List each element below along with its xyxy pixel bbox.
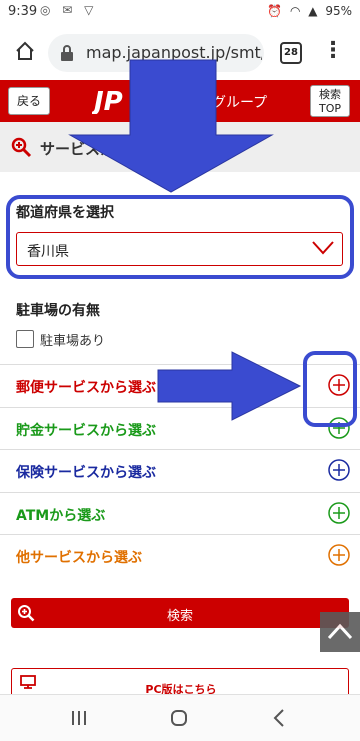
- scroll-top-button[interactable]: [320, 612, 360, 652]
- plus-circle-icon[interactable]: [328, 374, 350, 396]
- jp-logo: JP: [92, 87, 123, 114]
- chevron-up-icon: [327, 623, 353, 640]
- search-button[interactable]: 検索: [11, 598, 349, 628]
- browser-toolbar: map.japanpost.jp/smt/ 28 ⋮: [0, 24, 360, 80]
- search-button-label: 検索: [166, 609, 193, 624]
- service-row[interactable]: 保険サービスから選ぶ: [0, 449, 360, 491]
- back-button[interactable]: 戻る: [8, 87, 50, 115]
- parking-label: 駐車場の有無: [16, 303, 100, 319]
- prefecture-select[interactable]: 香川県: [16, 232, 343, 266]
- system-nav-bar: [0, 694, 360, 741]
- section-title: サービス条件を: [40, 140, 146, 158]
- status-bar: 9:39 ◎ ✉ ▽ ⏰ ◠ ▲ 95%: [0, 0, 360, 24]
- search-top-button[interactable]: 検索 TOP: [310, 85, 350, 117]
- site-header: 戻る JP 郵政グループ 検索 TOP: [0, 80, 360, 122]
- signal-icon: ▲: [308, 4, 318, 18]
- service-row-label: 貯金サービスから選ぶ: [16, 422, 156, 439]
- service-row[interactable]: ATMから選ぶ: [0, 491, 360, 534]
- prefecture-label: 都道府県を選択: [16, 205, 114, 221]
- service-row-label: 他サービスから選ぶ: [16, 550, 142, 567]
- system-icons: ⏰ ◠ ▲ 95%: [263, 4, 352, 18]
- search-top-line1: 検索: [319, 88, 341, 101]
- tab-count-button[interactable]: 28: [280, 42, 302, 64]
- service-row[interactable]: 貯金サービスから選ぶ: [0, 406, 360, 449]
- chevron-down-icon: [312, 241, 334, 255]
- plus-circle-icon[interactable]: [328, 544, 350, 567]
- wifi-icon: ◠: [289, 4, 301, 18]
- status-time: 9:39: [8, 4, 38, 19]
- plus-circle-icon[interactable]: [328, 416, 350, 439]
- prefecture-value: 香川県: [27, 244, 69, 260]
- home-icon[interactable]: [14, 40, 36, 62]
- url-bar[interactable]: map.japanpost.jp/smt/: [48, 34, 264, 72]
- url-text[interactable]: map.japanpost.jp/smt/: [86, 43, 262, 62]
- service-row[interactable]: 郵便サービスから選ぶ: [0, 364, 360, 406]
- nav-home-icon[interactable]: [170, 709, 188, 727]
- search-top-line2: TOP: [318, 102, 341, 115]
- svg-text:JP: JP: [92, 87, 123, 114]
- parking-checkbox[interactable]: [16, 330, 34, 348]
- plus-circle-icon[interactable]: [328, 502, 350, 524]
- service-row-label: ATMから選ぶ: [16, 507, 106, 524]
- nav-back-icon[interactable]: [272, 708, 286, 728]
- menu-dots-icon[interactable]: ⋮: [322, 38, 344, 64]
- battery-text: 95%: [325, 4, 352, 18]
- service-row[interactable]: 他サービスから選ぶ: [0, 534, 360, 576]
- plus-circle-icon[interactable]: [328, 459, 350, 481]
- recents-icon[interactable]: [70, 709, 88, 727]
- alarm-icon: ⏰: [267, 4, 283, 18]
- service-row-label: 郵便サービスから選ぶ: [16, 380, 156, 396]
- lock-icon: [61, 45, 73, 61]
- parking-checkbox-label: 駐車場あり: [40, 334, 106, 349]
- group-text: 郵政グループ: [184, 95, 268, 111]
- magnifier-icon: [11, 137, 32, 158]
- notification-icons: ◎ ✉ ▽: [40, 3, 98, 17]
- service-row-label: 保険サービスから選ぶ: [16, 465, 156, 482]
- section-header: サービス条件を: [0, 122, 360, 172]
